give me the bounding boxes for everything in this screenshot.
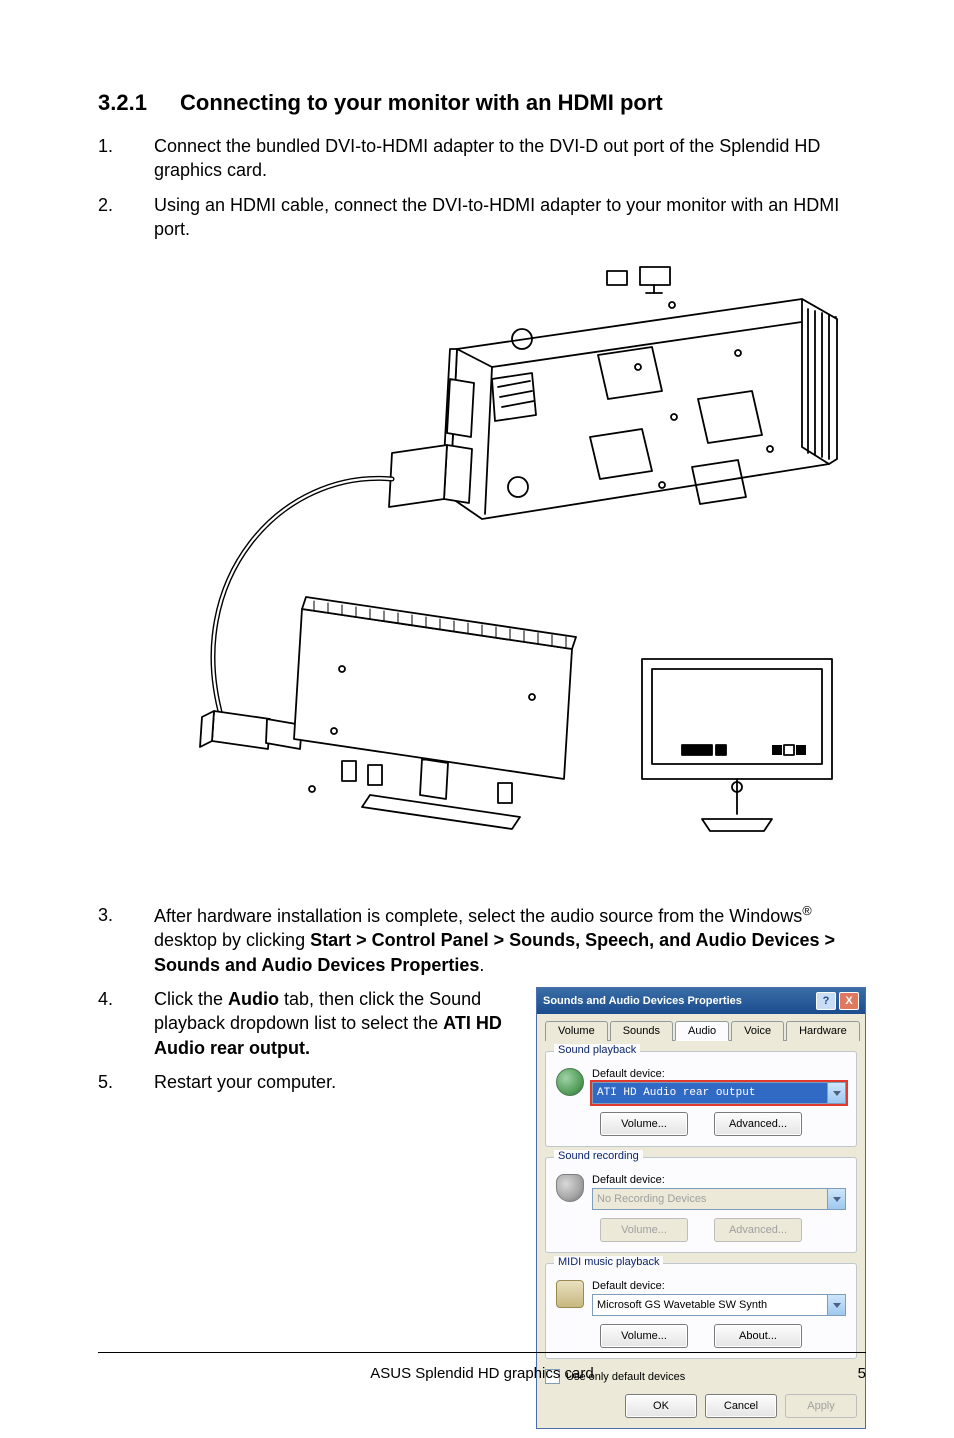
chevron-down-icon[interactable]	[827, 1295, 845, 1315]
cancel-button[interactable]: Cancel	[705, 1394, 777, 1418]
section-heading: 3.2.1 Connecting to your monitor with an…	[98, 90, 866, 116]
section-title: Connecting to your monitor with an HDMI …	[180, 90, 866, 116]
s4-b1: Audio	[228, 989, 279, 1009]
midi-device-dropdown[interactable]: Microsoft GS Wavetable SW Synth	[592, 1294, 846, 1316]
recording-volume-button: Volume...	[600, 1218, 688, 1242]
group-sound-recording: Sound recording Default device: No Recor…	[545, 1157, 857, 1253]
default-device-label: Default device:	[592, 1068, 846, 1080]
midi-icon	[556, 1280, 584, 1308]
recording-device-value: No Recording Devices	[597, 1193, 706, 1205]
recording-device-dropdown[interactable]: No Recording Devices	[592, 1188, 846, 1210]
step-number: 5.	[98, 1070, 154, 1094]
hardware-illustration	[102, 259, 862, 879]
page-number: 5	[858, 1365, 866, 1382]
page-footer: ASUS Splendid HD graphics card 5	[98, 1352, 866, 1382]
tab-voice[interactable]: Voice	[731, 1021, 784, 1041]
default-device-label: Default device:	[592, 1174, 846, 1186]
group-sound-playback: Sound playback Default device: ATI HD Au…	[545, 1051, 857, 1147]
dialog-tabs: Volume Sounds Audio Voice Hardware	[545, 1020, 857, 1041]
step-number: 2.	[98, 193, 154, 242]
step-text: Connect the bundled DVI-to-HDMI adapter …	[154, 134, 866, 183]
step3-pre: After hardware installation is complete,…	[154, 906, 802, 926]
dialog-title-text: Sounds and Audio Devices Properties	[543, 995, 813, 1007]
step-5: 5. Restart your computer.	[98, 1070, 512, 1094]
s4-a: Click the	[154, 989, 228, 1009]
step-2: 2. Using an HDMI cable, connect the DVI-…	[98, 193, 866, 242]
group-title-recording: Sound recording	[554, 1150, 643, 1162]
tab-sounds[interactable]: Sounds	[610, 1021, 673, 1041]
playback-volume-button[interactable]: Volume...	[600, 1112, 688, 1136]
step3-post: .	[479, 955, 484, 975]
apply-button: Apply	[785, 1394, 857, 1418]
step3-mid: desktop by clicking	[154, 930, 310, 950]
default-device-label: Default device:	[592, 1280, 846, 1292]
playback-device-value: ATI HD Audio rear output	[597, 1087, 755, 1099]
group-title-midi: MIDI music playback	[554, 1256, 663, 1268]
chevron-down-icon[interactable]	[827, 1083, 845, 1103]
tab-audio[interactable]: Audio	[675, 1021, 729, 1041]
help-button[interactable]: ?	[816, 992, 836, 1010]
ok-button[interactable]: OK	[625, 1394, 697, 1418]
tab-hardware[interactable]: Hardware	[786, 1021, 860, 1041]
step-1: 1. Connect the bundled DVI-to-HDMI adapt…	[98, 134, 866, 183]
microphone-icon	[556, 1174, 584, 1202]
step-3: 3. After hardware installation is comple…	[98, 903, 866, 977]
step-text: Using an HDMI cable, connect the DVI-to-…	[154, 193, 866, 242]
section-number: 3.2.1	[98, 90, 180, 116]
lower-left-col: 4. Click the Audio tab, then click the S…	[98, 987, 512, 1104]
step-number: 1.	[98, 134, 154, 183]
speaker-icon	[556, 1068, 584, 1096]
registered-mark: ®	[802, 904, 811, 918]
tab-volume[interactable]: Volume	[545, 1021, 608, 1041]
midi-device-value: Microsoft GS Wavetable SW Synth	[597, 1299, 767, 1311]
dialog-titlebar: Sounds and Audio Devices Properties ? X	[537, 988, 865, 1014]
step-number: 4.	[98, 987, 154, 1060]
group-title-playback: Sound playback	[554, 1044, 640, 1056]
playback-advanced-button[interactable]: Advanced...	[714, 1112, 802, 1136]
midi-volume-button[interactable]: Volume...	[600, 1324, 688, 1348]
close-button[interactable]: X	[839, 992, 859, 1010]
recording-advanced-button: Advanced...	[714, 1218, 802, 1242]
step-text: After hardware installation is complete,…	[154, 903, 866, 977]
step-text: Restart your computer.	[154, 1070, 512, 1094]
chevron-down-icon[interactable]	[827, 1189, 845, 1209]
footer-center-text: ASUS Splendid HD graphics card	[98, 1365, 866, 1382]
playback-device-dropdown[interactable]: ATI HD Audio rear output	[592, 1082, 846, 1104]
document-page: 3.2.1 Connecting to your monitor with an…	[0, 0, 954, 1438]
midi-about-button[interactable]: About...	[714, 1324, 802, 1348]
step-number: 3.	[98, 903, 154, 977]
group-midi-playback: MIDI music playback Default device: Micr…	[545, 1263, 857, 1359]
step-4: 4. Click the Audio tab, then click the S…	[98, 987, 512, 1060]
step-text: Click the Audio tab, then click the Soun…	[154, 987, 512, 1060]
dialog-button-row: OK Cancel Apply	[545, 1394, 857, 1418]
